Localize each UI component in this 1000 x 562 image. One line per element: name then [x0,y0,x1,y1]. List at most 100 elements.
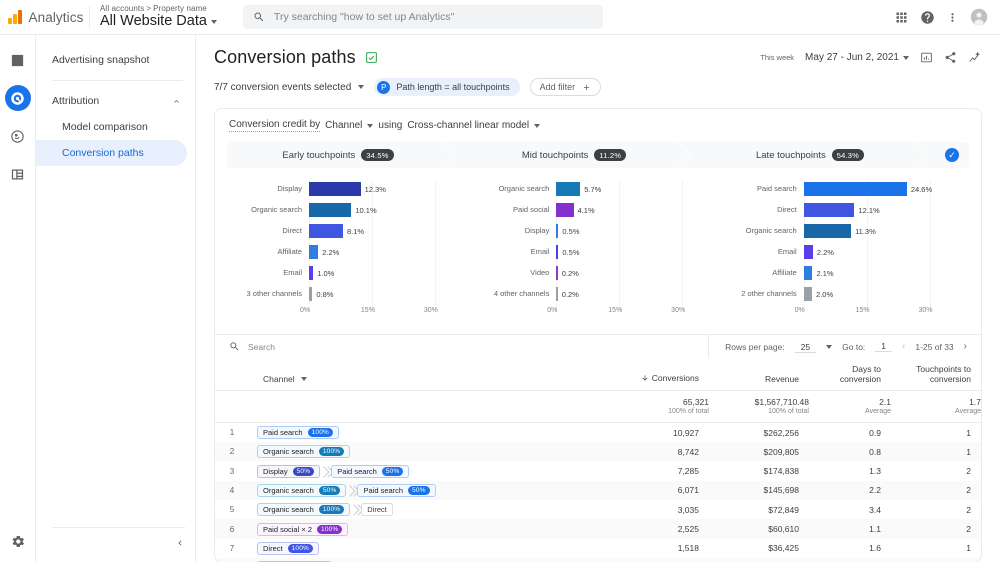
chart-bar-row[interactable]: 3 other channels0.8% [227,283,466,304]
conversion-events-selector[interactable]: 7/7 conversion events selected [214,82,364,93]
path-step[interactable]: Paid search50% [331,465,409,478]
conversions-column-header[interactable]: Conversions [604,358,709,391]
compare-bar-icon[interactable] [920,51,933,64]
search-input[interactable]: Try searching "how to set up Analytics" [243,5,603,29]
apps-grid-icon[interactable] [894,10,909,25]
table-row[interactable]: 2Organic search100%8,742$209,8050.81 [215,442,981,461]
conversions-cell: 518 [604,558,709,562]
goto-input[interactable]: 1 [875,341,892,352]
date-range-picker[interactable]: May 27 - Jun 2, 2021 [805,52,909,63]
path-cell: Organic search100% [249,442,604,461]
add-filter-button[interactable]: Add filter [530,78,602,96]
stage-label: Early touchpoints [282,150,355,161]
icon-rail [0,35,36,562]
chart-bar-row[interactable]: Email0.5% [474,241,713,262]
path-cell: Direct100% [249,539,604,558]
credit-model-name[interactable]: Cross-channel linear model [407,120,529,131]
sidebar-item-advertising-snapshot[interactable]: Advertising snapshot [36,47,187,73]
property-selector-label[interactable]: All Website Data [100,14,217,29]
share-icon[interactable] [944,51,957,64]
table-search-input[interactable]: Search [215,335,709,358]
user-avatar[interactable] [970,8,988,26]
chart-bar-row[interactable]: Affiliate2.2% [227,241,466,262]
sidebar-item-conversion-paths[interactable]: Conversion paths [36,140,187,166]
touchpoints-column-header[interactable]: Touchpoints to conversion [891,358,981,391]
revenue-column-header[interactable]: Revenue [709,358,809,391]
stage-early-touchpoints[interactable]: Early touchpoints 34.5% [227,142,449,168]
path-step[interactable]: Organic search50% [257,484,346,497]
touchpoints-cell: 1 [891,423,981,442]
rail-item-library[interactable] [5,161,31,187]
date-preset-label: This week [760,53,794,62]
step-percent: 100% [319,447,344,456]
path-length-filter-chip[interactable]: P Path length = all touchpoints [374,78,519,96]
chart-bar-row[interactable]: Paid social4.1% [474,199,713,220]
rail-item-admin[interactable] [10,534,25,549]
chart-bar-row[interactable]: Display12.3% [227,178,466,199]
chart-bar-row[interactable]: Affiliate2.1% [722,262,961,283]
chevron-down-icon[interactable] [534,124,540,128]
chart-bar-row[interactable]: Organic search11.3% [722,220,961,241]
next-page-button[interactable]: › [964,341,967,352]
chart-bar-row[interactable]: Organic search5.7% [474,178,713,199]
days-column-header[interactable]: Days to conversion [809,358,891,391]
row-index: 4 [215,481,249,500]
table-row[interactable]: 1Paid search100%10,927$262,2560.91 [215,423,981,442]
path-step[interactable]: Paid search50% [357,484,435,497]
more-vertical-icon[interactable] [946,10,959,25]
days-cell: 1.3 [809,461,891,480]
path-step[interactable]: Direct [361,503,393,516]
path-step[interactable]: Direct100% [257,542,319,555]
table-row[interactable]: 7Direct100%1,518$36,4251.61 [215,539,981,558]
insights-sparkle-icon[interactable] [968,51,982,65]
insights-badge-icon[interactable] [365,51,378,64]
table-row[interactable]: 6Paid social × 2100%2,525$60,6101.12 [215,519,981,538]
chevron-down-icon[interactable] [367,124,373,128]
chart-category-label: Email [227,268,309,277]
chevron-down-icon[interactable] [826,345,832,349]
chart-bar-row[interactable]: Video0.2% [474,262,713,283]
table-row[interactable]: 5Organic search100%Direct3,035$72,8493.4… [215,500,981,519]
table-row[interactable]: 8Direct × 2100%518$12,4253.12 [215,558,981,562]
channel-column-header[interactable]: Channel [249,358,604,391]
credit-dimension[interactable]: Channel [325,120,362,131]
chart-bar-track: 24.6% [804,182,961,196]
total-cell: 2.1Average [809,391,891,423]
path-step[interactable]: Organic search100% [257,503,350,516]
chart-category-label: Video [474,268,556,277]
chart-bar-row[interactable]: Direct12.1% [722,199,961,220]
table-row[interactable]: 4Organic search50%Paid search50%6,071$14… [215,481,981,500]
path-step[interactable]: Display50% [257,465,320,478]
collapse-nav-button[interactable] [175,538,185,548]
chart-bar-row[interactable]: Display0.5% [474,220,713,241]
rail-item-advertising[interactable] [5,85,31,111]
chart-bar-row[interactable]: Organic search10.1% [227,199,466,220]
conversion-path: Organic search100% Direct [257,503,604,516]
stage-late-touchpoints[interactable]: Late touchpoints 54.3% [699,142,921,168]
chart-bar-row[interactable]: 4 other channels0.2% [474,283,713,304]
chart-value-label: 11.3% [855,227,876,236]
chart-bar-row[interactable]: Direct8.1% [227,220,466,241]
chart-bar-row[interactable]: Email1.0% [227,262,466,283]
analytics-logo[interactable]: Analytics [0,10,85,25]
chart-bar-track: 10.1% [309,203,466,217]
prev-page-button[interactable]: ‹ [902,341,905,352]
stage-mid-touchpoints[interactable]: Mid touchpoints 11.2% [463,142,685,168]
help-circle-icon[interactable] [920,10,935,25]
sidebar-item-model-comparison[interactable]: Model comparison [36,114,187,140]
rail-item-configure[interactable] [5,123,31,149]
sidebar-group-attribution[interactable]: Attribution [36,88,195,114]
table-row[interactable]: 3Display50%Paid search50%7,285$174,8381.… [215,461,981,480]
account-selector[interactable]: All accounts>Property name All Website D… [100,5,217,30]
path-step[interactable]: Paid search100% [257,426,339,439]
rail-item-reports[interactable] [5,47,31,73]
chart-bar-row[interactable]: Paid search24.6% [722,178,961,199]
rows-per-page-select[interactable]: 25 [795,342,816,352]
path-cell: Paid search100% [249,423,604,442]
breadcrumb-separator: > [146,4,151,13]
path-step[interactable]: Paid social × 2100% [257,523,348,536]
revenue-cell: $12,425 [709,558,809,562]
chart-bar-row[interactable]: 2 other channels2.0% [722,283,961,304]
path-step[interactable]: Organic search100% [257,445,350,458]
chart-bar-row[interactable]: Email2.2% [722,241,961,262]
